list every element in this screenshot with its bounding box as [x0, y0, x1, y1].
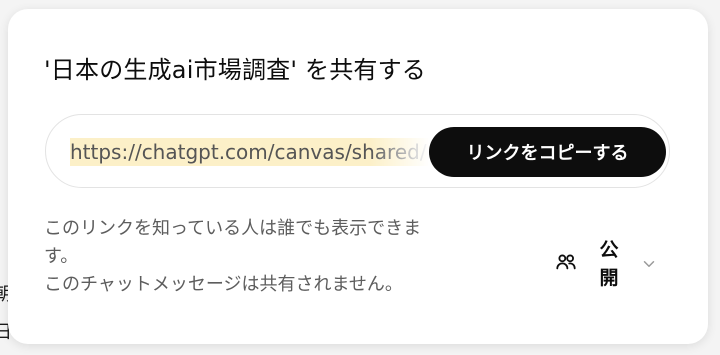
description-line: このチャットメッセージは共有されません。	[44, 274, 403, 295]
chevron-down-icon	[643, 261, 655, 267]
share-link-box: https://chatgpt.com/canvas/shared/ リンクをコ…	[45, 114, 670, 188]
visibility-label: 公開	[599, 239, 619, 289]
description-line: このリンクを知っている人は誰でも表示できま	[44, 218, 422, 239]
visibility-dropdown[interactable]: 公開	[553, 235, 663, 295]
copy-link-button[interactable]: リンクをコピーする	[429, 127, 666, 177]
share-description: このリンクを知っている人は誰でも表示できま す。 このチャットメッセージは共有さ…	[44, 215, 514, 299]
description-line: す。	[44, 246, 79, 267]
people-icon	[556, 254, 576, 270]
url-fade-overlay	[370, 135, 430, 169]
share-dialog: '日本の生成ai市場調査' を共有する https://chatgpt.com/…	[8, 9, 708, 344]
dialog-title: '日本の生成ai市場調査' を共有する	[44, 56, 426, 84]
share-url-field[interactable]: https://chatgpt.com/canvas/shared/	[70, 135, 430, 169]
